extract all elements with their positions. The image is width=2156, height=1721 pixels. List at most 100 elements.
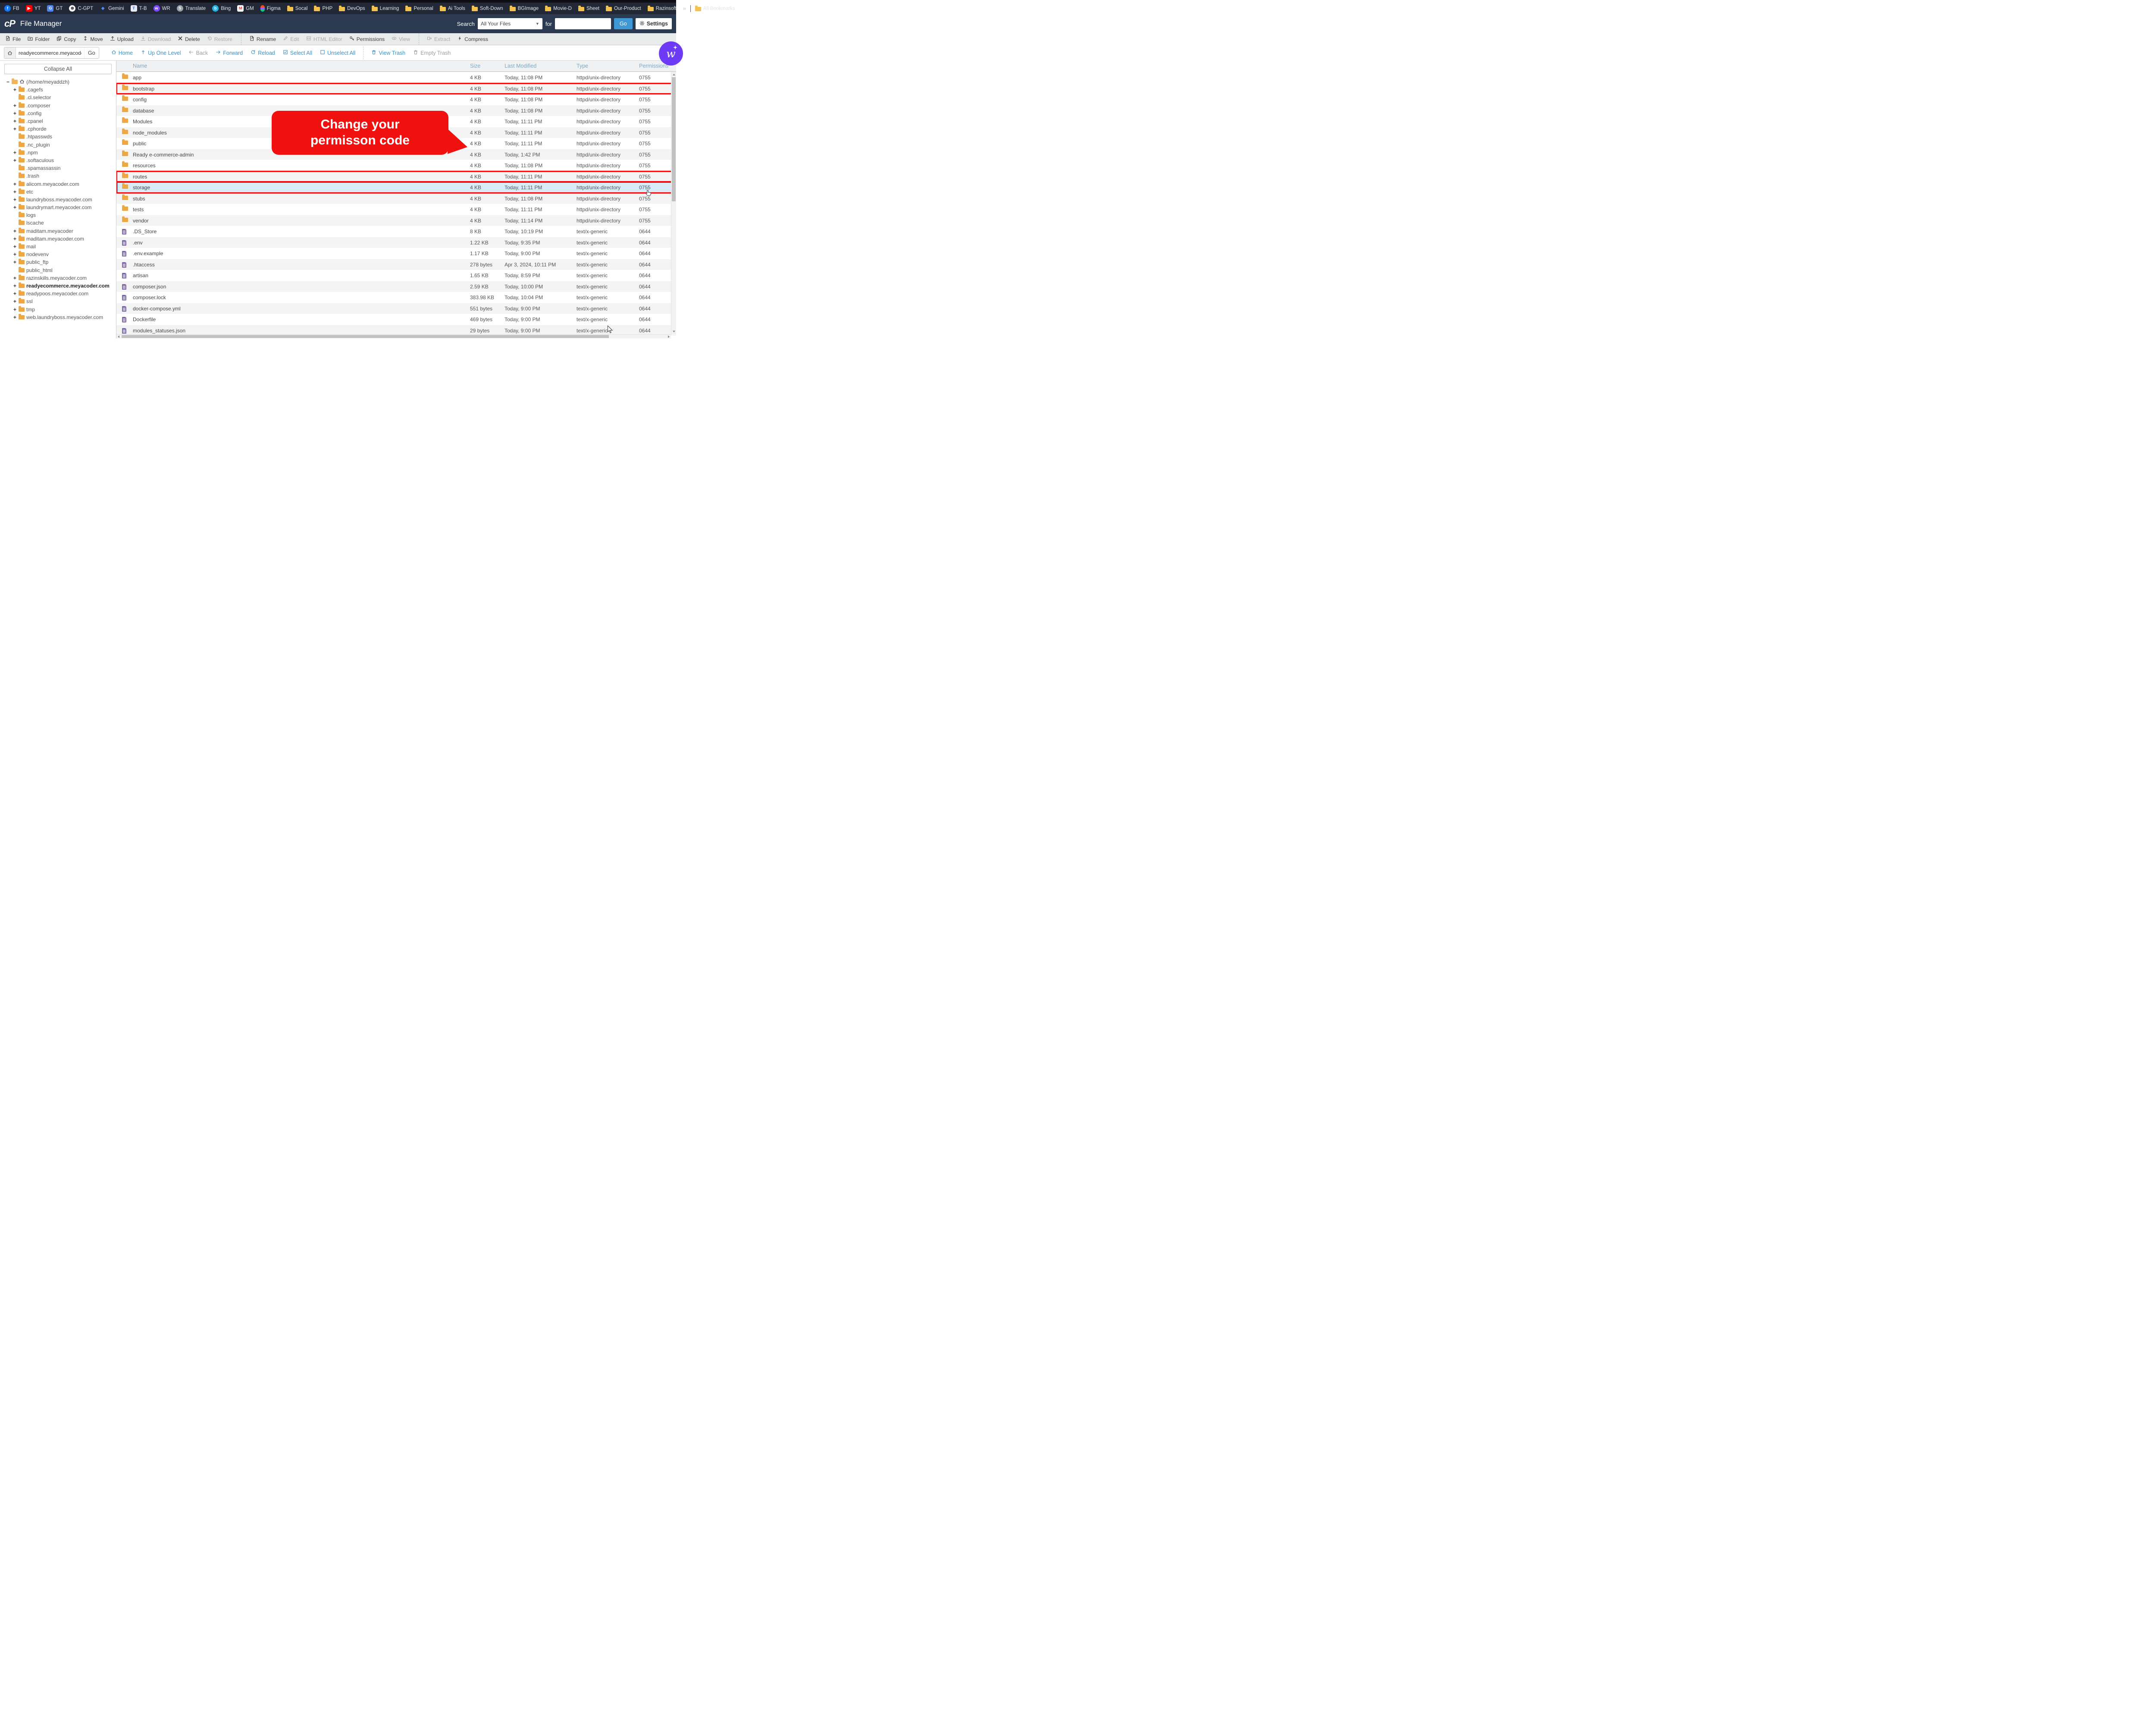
column-header-permissions[interactable]: Permissions — [639, 63, 668, 69]
bookmark-item[interactable]: Our-Product — [606, 5, 641, 11]
scroll-down-arrow-icon[interactable] — [673, 331, 675, 332]
tree-item--config[interactable]: + .config — [0, 110, 116, 117]
rename-button[interactable]: Rename — [249, 36, 276, 42]
bookmark-item[interactable]: Personal — [405, 5, 433, 11]
table-row--env[interactable]: .env 1.22 KB Today, 9:35 PM text/x-generic 0… — [116, 237, 676, 248]
search-input[interactable] — [555, 18, 611, 29]
tree-item-laundryboss-meyacoder-com[interactable]: + laundryboss.meyacoder.com — [0, 196, 116, 203]
tree-item--npm[interactable]: + .npm — [0, 149, 116, 156]
table-row--ds-store[interactable]: .DS_Store 8 KB Today, 10:19 PM text/x-gener… — [116, 226, 676, 237]
tree-item--trash[interactable]: .trash — [0, 172, 116, 180]
move-button[interactable]: Move — [83, 36, 103, 42]
tree-item--cagefs[interactable]: + .cagefs — [0, 86, 116, 94]
tree-item--cphorde[interactable]: + .cphorde — [0, 125, 116, 133]
bookmark-item[interactable]: Ai Tools — [439, 5, 465, 11]
scroll-right-arrow-icon[interactable] — [668, 335, 670, 338]
permissions-button[interactable]: Permissions — [349, 36, 385, 42]
bookmark-item[interactable]: M GM — [237, 5, 254, 12]
folder-button[interactable]: Folder — [28, 36, 50, 42]
bookmark-item[interactable]: Socal — [287, 5, 307, 11]
expand-expander-icon[interactable]: + — [13, 314, 17, 320]
tree-item-public-ftp[interactable]: + public_ftp — [0, 258, 116, 266]
up-one-level-button[interactable]: Up One Level — [141, 50, 181, 56]
bookmark-item[interactable]: w WR — [153, 5, 170, 12]
home-button[interactable]: Home — [111, 50, 133, 56]
table-row-vendor[interactable]: vendor 4 KB Today, 11:14 PM httpd/unix-dire… — [116, 215, 676, 226]
table-row-resources[interactable]: resources 4 KB Today, 11:08 PM httpd/unix-d… — [116, 160, 676, 171]
expand-expander-icon[interactable]: + — [13, 275, 17, 281]
table-row-dockerfile[interactable]: Dockerfile 469 bytes Today, 9:00 PM text/x-… — [116, 314, 676, 325]
table-row-app[interactable]: app 4 KB Today, 11:08 PM httpd/unix-directo… — [116, 72, 676, 83]
tree-item-logs[interactable]: logs — [0, 211, 116, 219]
table-row-config[interactable]: config 4 KB Today, 11:08 PM httpd/unix-dire… — [116, 94, 676, 105]
scroll-left-arrow-icon[interactable] — [118, 335, 119, 338]
expand-expander-icon[interactable]: + — [13, 244, 17, 250]
table-row-storage[interactable]: storage 4 KB Today, 11:11 PM httpd/unix-dir… — [116, 181, 676, 194]
reload-button[interactable]: Reload — [251, 50, 275, 56]
table-row-composer-lock[interactable]: composer.lock 383.98 KB Today, 10:04 PM tex… — [116, 292, 676, 303]
bookmark-item[interactable]: b Bing — [212, 5, 231, 12]
bookmark-item[interactable]: S Translate — [176, 5, 206, 12]
collapse-all-button[interactable]: Collapse All — [4, 64, 112, 74]
table-row-bootstrap[interactable]: bootstrap 4 KB Today, 11:08 PM httpd/unix-d… — [116, 82, 676, 94]
tree-item--home-meyaddzh-[interactable]: − (/home/meyaddzh) — [0, 78, 116, 86]
scroll-up-arrow-icon[interactable] — [673, 74, 675, 75]
bookmarks-overflow-chevron-icon[interactable]: » — [683, 5, 686, 12]
column-header-size[interactable]: Size — [470, 63, 480, 69]
expand-expander-icon[interactable]: + — [13, 236, 17, 242]
all-bookmarks-button[interactable]: All Bookmarks — [695, 5, 735, 11]
expand-expander-icon[interactable]: + — [13, 298, 17, 304]
table-row-artisan[interactable]: artisan 1.65 KB Today, 8:59 PM text/x-gener… — [116, 270, 676, 281]
expand-expander-icon[interactable]: + — [13, 204, 17, 210]
tree-item-ssl[interactable]: + ssl — [0, 297, 116, 305]
column-header-type[interactable]: Type — [577, 63, 588, 69]
tree-item-web-laundryboss-meyacoder-com[interactable]: + web.laundryboss.meyacoder.com — [0, 313, 116, 321]
tree-item-maditam-meyacoder[interactable]: + maditam.meyacoder — [0, 227, 116, 235]
tree-item--cpanel[interactable]: + .cpanel — [0, 117, 116, 125]
bookmark-item[interactable]: G GT — [47, 5, 63, 12]
table-row-routes[interactable]: routes 4 KB Today, 11:11 PM httpd/unix-dire… — [116, 170, 676, 182]
table-row--htaccess[interactable]: .htaccess 278 bytes Apr 3, 2024, 10:11 PM t… — [116, 259, 676, 270]
expand-expander-icon[interactable]: + — [13, 189, 17, 195]
bookmark-item[interactable]: ▶ YT — [25, 5, 41, 12]
settings-button[interactable]: Settings — [635, 18, 672, 29]
tree-item-tmp[interactable]: + tmp — [0, 305, 116, 313]
bookmark-item[interactable]: DevOps — [339, 5, 365, 11]
tree-item--spamassassin[interactable]: .spamassassin — [0, 164, 116, 172]
expand-expander-icon[interactable]: + — [13, 150, 17, 156]
bookmark-item[interactable]: Razinsoft — [647, 5, 677, 11]
expand-expander-icon[interactable]: + — [13, 291, 17, 297]
path-go-button[interactable]: Go — [84, 47, 99, 58]
horizontal-scroll-thumb[interactable] — [122, 335, 609, 338]
compress-button[interactable]: Compress — [457, 36, 488, 42]
horizontal-scrollbar[interactable] — [116, 334, 671, 338]
path-home-icon[interactable] — [4, 47, 16, 58]
bookmark-item[interactable]: Learning — [371, 5, 399, 11]
expand-expander-icon[interactable]: + — [13, 181, 17, 187]
table-row-docker-compose-yml[interactable]: docker-compose.yml 551 bytes Today, 9:00 P… — [116, 303, 676, 314]
table-row-stubs[interactable]: stubs 4 KB Today, 11:08 PM httpd/unix-direc… — [116, 193, 676, 204]
expand-expander-icon[interactable]: + — [13, 307, 17, 313]
collapse-expander-icon[interactable]: − — [6, 79, 10, 85]
upload-button[interactable]: Upload — [110, 36, 134, 42]
expand-expander-icon[interactable]: + — [13, 228, 17, 234]
bookmark-item[interactable]: BGImage — [509, 5, 539, 11]
view-trash-button[interactable]: View Trash — [371, 50, 405, 56]
bookmark-item[interactable]: PHP — [314, 5, 332, 11]
tree-item-alicom-meyacoder-com[interactable]: + alicom.meyacoder.com — [0, 180, 116, 188]
expand-expander-icon[interactable]: + — [13, 110, 17, 116]
tree-item-readyecommerce-meyacoder-com[interactable]: + readyecommerce.meyacoder.com — [0, 282, 116, 290]
tree-item-readypoos-meyacoder-com[interactable]: + readypoos.meyacoder.com — [0, 290, 116, 297]
table-row-tests[interactable]: tests 4 KB Today, 11:11 PM httpd/unix-direc… — [116, 204, 676, 215]
vertical-scroll-thumb[interactable] — [672, 77, 676, 201]
extension-fab-button[interactable]: w — [659, 41, 683, 66]
tree-item-public-html[interactable]: public_html — [0, 266, 116, 274]
bookmark-item[interactable]: Figma — [260, 5, 281, 12]
tree-item-razinskills-meyacoder-com[interactable]: + razinskills.meyacoder.com — [0, 274, 116, 282]
vertical-scrollbar[interactable] — [671, 72, 676, 334]
bookmark-item[interactable]: Movie-D — [545, 5, 572, 11]
expand-expander-icon[interactable]: + — [13, 259, 17, 265]
table-row--env-example[interactable]: .env.example 1.17 KB Today, 9:00 PM text/x-… — [116, 248, 676, 259]
tree-item--nc-plugin[interactable]: .nc_plugin — [0, 141, 116, 149]
tree-item-maditam-meyacoder-com[interactable]: + maditam.meyacoder.com — [0, 235, 116, 243]
